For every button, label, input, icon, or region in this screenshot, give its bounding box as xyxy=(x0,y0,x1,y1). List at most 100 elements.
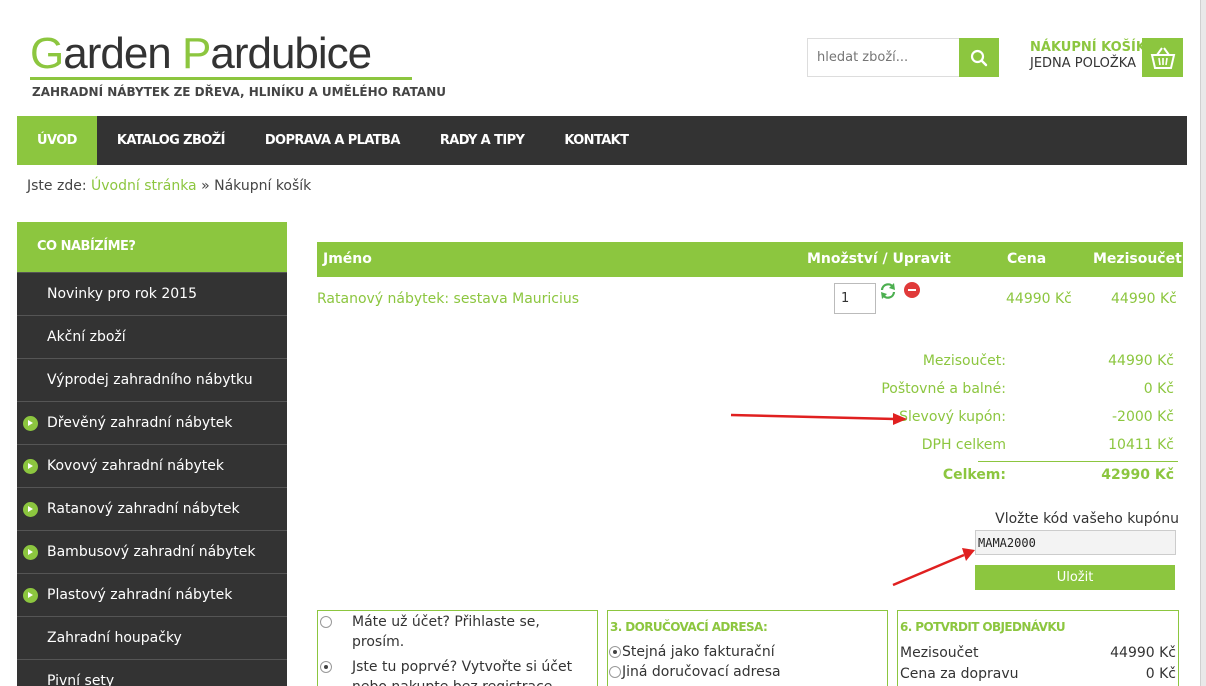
summary-subtotal-value: 44990 Kč xyxy=(1108,353,1174,369)
sidebar-item-pivni-sety[interactable]: Pivní sety xyxy=(17,659,287,686)
search-icon xyxy=(970,49,988,66)
summary-vat-value: 10411 Kč xyxy=(1108,437,1174,453)
same-address-option[interactable]: Stejná jako fakturační xyxy=(609,644,887,660)
annotation-arrow-input-head xyxy=(962,548,975,561)
sidebar-item-label: Bambusový zahradní nábytek xyxy=(47,544,256,560)
sidebar-item-label: Kovový zahradní nábytek xyxy=(47,458,224,474)
arrow-bullet-icon xyxy=(23,502,38,517)
logo-word-1: arden xyxy=(63,29,182,78)
product-link[interactable]: Ratanový nábytek: sestava Mauricius xyxy=(317,291,579,307)
summary-coupon-value: -2000 Kč xyxy=(1111,409,1174,425)
summary-total-value: 42990 Kč xyxy=(1101,467,1174,483)
arrow-bullet-icon xyxy=(23,416,38,431)
sidebar-item-label: Zahradní houpačky xyxy=(47,630,182,646)
new-customer-option[interactable]: Jste tu poprvé? Vytvořte si účet nebo na… xyxy=(318,657,588,686)
cart-summary[interactable]: NÁKUPNÍ KOŠÍK JEDNA POLOŽKA xyxy=(1030,40,1146,71)
sidebar-item-label: Dřevěný zahradní nábytek xyxy=(47,415,233,431)
confirm-shipping-label: Cena za dopravu xyxy=(900,666,1019,682)
sidebar-item-akcni[interactable]: Akční zboží xyxy=(17,315,287,358)
item-subtotal: 44990 Kč xyxy=(1111,291,1177,307)
window-edge xyxy=(1200,0,1206,686)
page: Garden Pardubice ZAHRADNÍ NÁBYTEK ZE DŘE… xyxy=(0,0,1206,686)
nav-item-uvod[interactable]: ÚVOD xyxy=(17,116,97,165)
sidebar-item-houpacky[interactable]: Zahradní houpačky xyxy=(17,616,287,659)
site-logo[interactable]: Garden Pardubice ZAHRADNÍ NÁBYTEK ZE DŘE… xyxy=(30,29,446,99)
confirm-order-panel: 6. POTVRDIT OBJEDNÁVKU Mezisoučet 44990 … xyxy=(897,610,1179,686)
nav-item-rady[interactable]: RADY A TIPY xyxy=(420,116,545,165)
sidebar-item-plastovy[interactable]: Plastový zahradní nábytek xyxy=(17,573,287,616)
basket-button[interactable] xyxy=(1142,38,1183,77)
save-coupon-button[interactable]: Uložit xyxy=(975,565,1175,590)
cart-count: JEDNA POLOŽKA xyxy=(1030,56,1136,71)
sidebar-item-label: Novinky pro rok 2015 xyxy=(47,286,197,302)
confirm-subtotal-label: Mezisoučet xyxy=(900,645,979,661)
login-radio[interactable] xyxy=(320,616,332,628)
breadcrumb-separator: » xyxy=(201,178,210,194)
column-quantity: Množství / Upravit xyxy=(807,251,951,267)
category-sidebar: CO NABÍZÍME? Novinky pro rok 2015 Akční … xyxy=(17,222,287,686)
search-button[interactable] xyxy=(959,38,999,77)
sidebar-item-vyprodej[interactable]: Výprodej zahradního nábytku xyxy=(17,358,287,401)
sidebar-item-label: Plastový zahradní nábytek xyxy=(47,587,233,603)
sidebar-item-label: Pivní sety xyxy=(47,673,115,686)
summary-shipping-value: 0 Kč xyxy=(1143,381,1174,397)
other-address-radio[interactable] xyxy=(609,666,621,678)
nav-item-katalog[interactable]: KATALOG ZBOŽÍ xyxy=(97,116,245,165)
quantity-input[interactable] xyxy=(834,283,876,314)
annotation-arrow-input-line xyxy=(892,553,965,587)
sidebar-item-label: Ratanový zahradní nábytek xyxy=(47,501,240,517)
breadcrumb-home-link[interactable]: Úvodní stránka xyxy=(91,178,197,194)
cart-table-header: Jméno Množství / Upravit Cena Mezisoučet xyxy=(317,242,1183,277)
confirm-shipping-value: 0 Kč xyxy=(1145,666,1176,682)
summary-shipping-label: Poštovné a balné: xyxy=(881,381,1006,397)
confirm-shipping-row: Cena za dopravu 0 Kč xyxy=(900,666,1178,686)
delivery-address-panel: 3. DORUČOVACÍ ADRESA: Stejná jako faktur… xyxy=(607,610,888,686)
logo-title: Garden Pardubice xyxy=(30,29,372,78)
delivery-address-title: 3. DORUČOVACÍ ADRESA: xyxy=(610,620,768,634)
new-customer-radio[interactable] xyxy=(320,661,332,673)
nav-item-kontakt[interactable]: KONTAKT xyxy=(544,116,648,165)
login-option[interactable]: Máte už účet? Přihlaste se, prosím. xyxy=(318,612,588,652)
arrow-bullet-icon xyxy=(23,588,38,603)
summary-subtotal-label: Mezisoučet: xyxy=(922,353,1006,369)
sidebar-item-dreveny[interactable]: Dřevěný zahradní nábytek xyxy=(17,401,287,444)
refresh-icon[interactable] xyxy=(879,282,897,300)
confirm-order-title: 6. POTVRDIT OBJEDNÁVKU xyxy=(900,620,1066,634)
remove-item-icon[interactable] xyxy=(904,282,920,298)
sidebar-item-kovovy[interactable]: Kovový zahradní nábytek xyxy=(17,444,287,487)
breadcrumb-prefix: Jste zde: xyxy=(27,178,87,194)
cart-title: NÁKUPNÍ KOŠÍK xyxy=(1030,40,1146,55)
same-address-label: Stejná jako fakturační xyxy=(622,644,775,660)
other-address-option[interactable]: Jiná doručovací adresa xyxy=(609,664,887,680)
sidebar-item-novinky[interactable]: Novinky pro rok 2015 xyxy=(17,272,287,315)
breadcrumb: Jste zde: Úvodní stránka » Nákupní košík xyxy=(27,178,311,194)
logo-underline xyxy=(30,77,412,80)
same-address-radio[interactable] xyxy=(609,646,621,658)
other-address-label: Jiná doručovací adresa xyxy=(622,664,781,680)
coupon-code-input[interactable] xyxy=(975,530,1176,555)
summary-vat-label: DPH celkem xyxy=(921,437,1006,453)
sidebar-item-label: Výprodej zahradního nábytku xyxy=(47,372,253,388)
logo-word-2: ardubice xyxy=(210,29,372,78)
search-input[interactable] xyxy=(808,39,960,76)
logo-tagline: ZAHRADNÍ NÁBYTEK ZE DŘEVA, HLINÍKU A UMĚ… xyxy=(32,85,446,99)
arrow-bullet-icon xyxy=(23,459,38,474)
sidebar-item-ratanovy[interactable]: Ratanový zahradní nábytek xyxy=(17,487,287,530)
nav-item-doprava[interactable]: DOPRAVA A PLATBA xyxy=(245,116,420,165)
column-price: Cena xyxy=(1007,251,1047,267)
main-nav: ÚVOD KATALOG ZBOŽÍ DOPRAVA A PLATBA RADY… xyxy=(17,116,1187,165)
basket-icon xyxy=(1150,46,1175,69)
account-panel: Máte už účet? Přihlaste se, prosím. Jste… xyxy=(317,610,598,686)
confirm-subtotal-value: 44990 Kč xyxy=(1110,645,1176,661)
logo-letter-g: G xyxy=(30,29,64,78)
summary-coupon-label: Slevový kupón: xyxy=(899,409,1006,425)
summary-total-label: Celkem: xyxy=(942,467,1006,483)
arrow-bullet-icon xyxy=(23,545,38,560)
confirm-subtotal-row: Mezisoučet 44990 Kč xyxy=(900,645,1178,666)
column-name: Jméno xyxy=(323,251,372,267)
logo-letter-p: P xyxy=(182,29,211,78)
search-box xyxy=(807,38,999,77)
item-price: 44990 Kč xyxy=(1006,291,1072,307)
annotation-arrow-coupon-line xyxy=(730,413,896,421)
sidebar-item-bambusovy[interactable]: Bambusový zahradní nábytek xyxy=(17,530,287,573)
